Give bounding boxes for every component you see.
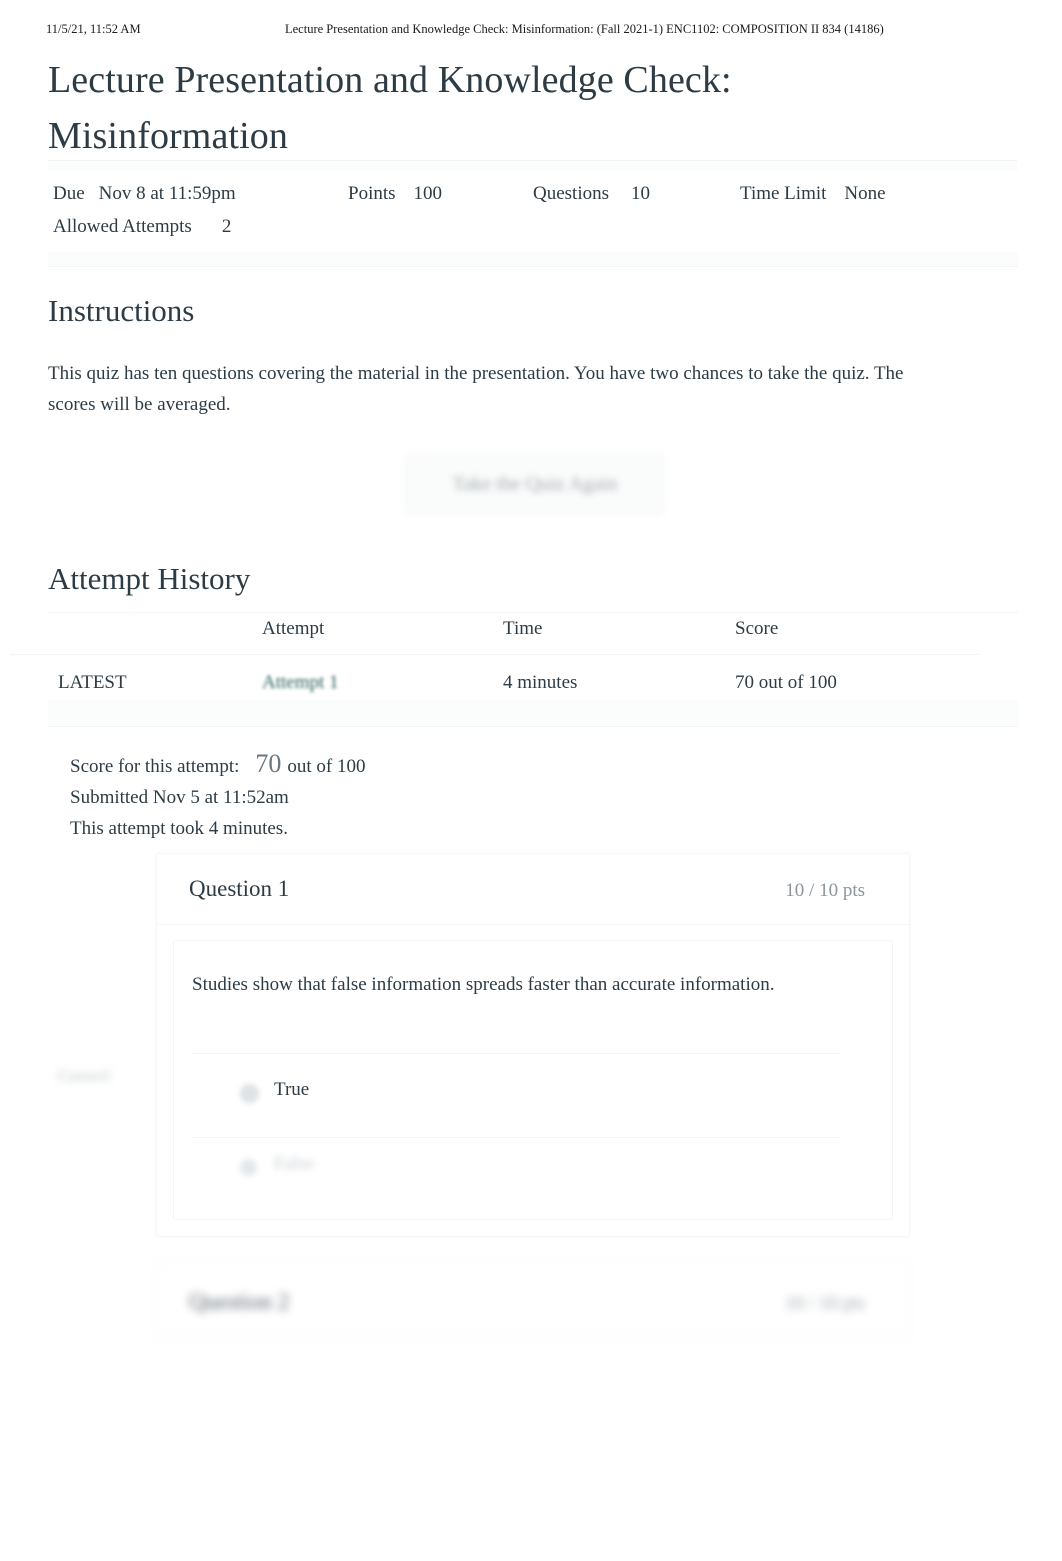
meta-top-band bbox=[48, 161, 1018, 171]
duration-line: This attempt took 4 minutes. bbox=[70, 818, 288, 839]
print-header-datetime: 11/5/21, 11:52 AM bbox=[46, 22, 141, 36]
question-text: Studies show that false information spre… bbox=[192, 974, 775, 995]
meta-time-limit: Time Limit None bbox=[740, 183, 886, 205]
meta-questions: Questions 10 bbox=[533, 183, 650, 205]
correct-answer-flag: Correct! bbox=[58, 1068, 112, 1085]
score-suffix: out of 100 bbox=[287, 756, 366, 777]
column-header-time: Time bbox=[503, 618, 543, 639]
meta-time-limit-value: None bbox=[844, 183, 886, 204]
take-quiz-again-wrapper: Take the Quiz Again bbox=[406, 455, 664, 513]
attempt-history-table: Attempt Time Score LATEST Attempt 1 4 mi… bbox=[10, 618, 1018, 712]
answer-option-true[interactable]: True bbox=[192, 1069, 840, 1119]
meta-allowed-attempts: Allowed Attempts 2 bbox=[53, 216, 231, 238]
column-header-score: Score bbox=[735, 618, 779, 639]
submitted-line: Submitted Nov 5 at 11:52am bbox=[70, 787, 289, 808]
quiz-meta: Due Nov 8 at 11:59pm Points 100 Questions 1… bbox=[48, 183, 1018, 249]
meta-points-value: 100 bbox=[413, 183, 443, 204]
question-points: 10 / 10 pts bbox=[785, 880, 865, 901]
question-title: Question 2 bbox=[189, 1289, 290, 1314]
attempt-table-bottom-band bbox=[48, 700, 1018, 726]
meta-due: Due Nov 8 at 11:59pm bbox=[53, 183, 236, 205]
attempt-link[interactable]: Attempt 1 bbox=[262, 672, 339, 694]
question-card: Question 1 10 / 10 pts Studies show that… bbox=[156, 853, 910, 1237]
meta-time-limit-label: Time Limit bbox=[740, 183, 827, 204]
attempt-table-bottom-rule bbox=[48, 726, 1018, 727]
question-card: Question 2 10 / 10 pts bbox=[156, 1262, 910, 1336]
quiz-meta-line-2: Allowed Attempts 2 bbox=[48, 216, 1018, 249]
question-header: Question 1 10 / 10 pts bbox=[157, 854, 909, 925]
answer-label: False bbox=[274, 1153, 315, 1174]
attempt-header-rule bbox=[10, 654, 980, 655]
page-title: Lecture Presentation and Knowledge Check… bbox=[48, 59, 732, 157]
meta-allowed-attempts-value: 2 bbox=[221, 216, 232, 237]
meta-bottom-band bbox=[48, 252, 1018, 266]
question-points: 10 / 10 pts bbox=[785, 1293, 865, 1314]
radio-button-icon[interactable] bbox=[240, 1159, 257, 1176]
score-for-attempt-line: Score for this attempt: 70 out of 100 bbox=[70, 748, 366, 782]
attempt-table-top-rule bbox=[48, 612, 1018, 613]
score-label: Score for this attempt: bbox=[70, 756, 240, 777]
meta-due-value: Nov 8 at 11:59pm bbox=[98, 183, 236, 204]
meta-questions-value: 10 bbox=[631, 183, 650, 204]
table-header-row: Attempt Time Score bbox=[48, 618, 1018, 658]
meta-bottom-rule bbox=[48, 266, 1018, 267]
meta-allowed-attempts-label: Allowed Attempts bbox=[53, 216, 192, 237]
attempt-time: 4 minutes bbox=[503, 672, 578, 693]
attempt-score: 70 out of 100 bbox=[735, 672, 837, 693]
meta-points: Points 100 bbox=[348, 183, 442, 205]
attempt-latest-badge: LATEST bbox=[58, 672, 127, 693]
question-text-divider bbox=[192, 1053, 840, 1054]
take-quiz-again-button[interactable]: Take the Quiz Again bbox=[406, 455, 664, 513]
question-title: Question 1 bbox=[189, 876, 290, 901]
radio-button-icon[interactable] bbox=[240, 1084, 259, 1103]
score-summary: Score for this attempt: 70 out of 100 Subm… bbox=[70, 748, 366, 844]
quiz-meta-line-1: Due Nov 8 at 11:59pm Points 100 Questions 1… bbox=[48, 183, 1018, 216]
print-header: 11/5/21, 11:52 AM Lecture Presentation a… bbox=[0, 22, 1062, 38]
meta-due-label: Due bbox=[53, 183, 85, 204]
print-header-title: Lecture Presentation and Knowledge Check… bbox=[285, 22, 884, 36]
column-header-attempt: Attempt bbox=[262, 618, 325, 639]
question-body: Studies show that false information spre… bbox=[173, 940, 893, 1220]
score-value: 70 bbox=[255, 749, 282, 778]
attempt-history-heading: Attempt History bbox=[48, 561, 251, 596]
meta-questions-label: Questions bbox=[533, 183, 609, 204]
answer-label: True bbox=[274, 1079, 310, 1100]
meta-points-label: Points bbox=[348, 183, 396, 204]
instructions-body: This quiz has ten questions covering the… bbox=[48, 363, 904, 415]
instructions-heading: Instructions bbox=[48, 293, 195, 328]
answer-option-false[interactable]: False bbox=[192, 1145, 840, 1191]
answer-divider bbox=[192, 1137, 840, 1138]
